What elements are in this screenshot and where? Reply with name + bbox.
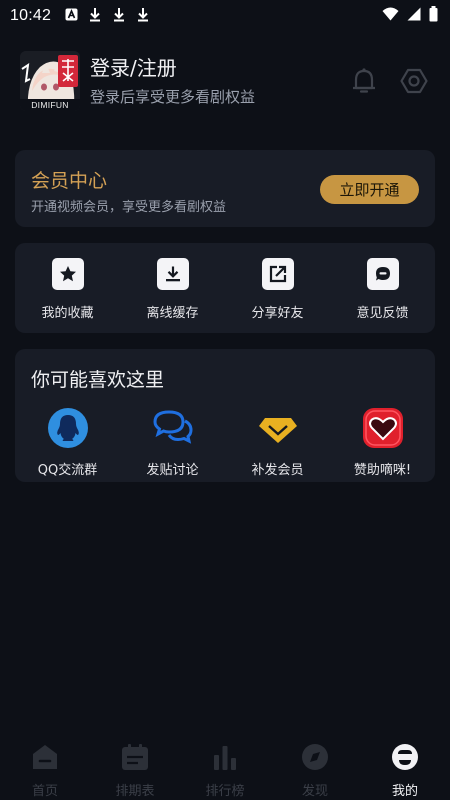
nav-schedule[interactable]: 排期表 — [90, 735, 180, 800]
profile-text[interactable]: 登录/注册 登录后享受更多看剧权益 — [90, 55, 255, 107]
nav-mine[interactable]: 我的 — [360, 735, 450, 800]
status-system — [382, 6, 438, 26]
settings-hexagon-icon[interactable] — [398, 65, 430, 97]
nav-home[interactable]: 首页 — [0, 735, 90, 800]
open-vip-button[interactable]: 立即开通 — [320, 175, 419, 204]
qq-icon — [47, 407, 89, 453]
bell-icon[interactable] — [348, 65, 380, 97]
nav-discover-label: 发现 — [301, 784, 328, 799]
qq-group-label: QQ交流群 — [37, 463, 98, 478]
profile-icon — [390, 743, 420, 775]
nav-discover[interactable]: 发现 — [270, 735, 360, 800]
nav-ranking[interactable]: 排行榜 — [180, 735, 270, 800]
reissue-vip-item[interactable]: 补发会员 — [225, 407, 330, 478]
star-icon — [51, 258, 84, 290]
nav-schedule-label: 排期表 — [115, 784, 155, 799]
vip-subtitle: 开通视频会员，享受更多看剧权益 — [31, 200, 227, 215]
post-discussion-label: 发贴讨论 — [146, 463, 199, 478]
avatar[interactable]: DIMIFUN — [20, 51, 80, 111]
offline-cache-item[interactable]: 离线缓存 — [120, 243, 225, 333]
nav-mine-label: 我的 — [391, 784, 418, 799]
feedback-icon — [366, 258, 399, 290]
status-time: 10:42 — [10, 7, 52, 24]
offline-cache-label: 离线缓存 — [146, 306, 199, 321]
feedback-item[interactable]: 意见反馈 — [330, 243, 435, 333]
post-discussion-item[interactable]: 发贴讨论 — [120, 407, 225, 478]
diamond-icon — [257, 407, 299, 453]
chat-bubbles-icon — [152, 407, 194, 453]
reissue-vip-label: 补发会员 — [251, 463, 304, 478]
you-may-like-card: 你可能喜欢这里 QQ交流群 发贴讨论 补发会员 赞助嘀咪! — [15, 349, 435, 482]
status-bar: 10:42 — [0, 0, 450, 32]
home-icon — [30, 743, 60, 775]
download-icon — [112, 7, 126, 26]
nav-home-label: 首页 — [31, 784, 58, 799]
compass-icon — [300, 743, 330, 775]
bar-chart-icon — [210, 743, 240, 775]
login-benefit-subtitle: 登录后享受更多看剧权益 — [90, 88, 256, 106]
signal-icon — [407, 7, 421, 25]
sponsor-item[interactable]: 赞助嘀咪! — [330, 407, 435, 478]
status-notifications — [65, 7, 150, 26]
avatar-caption: DIMIFUN — [20, 99, 80, 111]
download-icon — [136, 7, 150, 26]
profile-header: DIMIFUN 登录/注册 登录后享受更多看剧权益 — [20, 50, 430, 112]
heart-icon — [362, 407, 404, 453]
download-icon — [88, 7, 102, 26]
tools-card: 我的收藏 离线缓存 分享好友 意见反馈 — [15, 243, 435, 333]
battery-icon — [429, 6, 438, 26]
sponsor-label: 赞助嘀咪! — [353, 463, 412, 478]
profile-actions — [348, 65, 430, 97]
vip-center-card[interactable]: 会员中心 开通视频会员，享受更多看剧权益 立即开通 — [15, 150, 435, 227]
share-friends-label: 分享好友 — [251, 306, 304, 321]
share-friends-item[interactable]: 分享好友 — [225, 243, 330, 333]
login-register-title[interactable]: 登录/注册 — [90, 55, 255, 81]
a-box-icon — [65, 7, 78, 25]
bottom-nav: 首页 排期表 排行榜 发现 我的 — [0, 735, 450, 800]
you-may-like-title: 你可能喜欢这里 — [31, 369, 165, 391]
qq-group-item[interactable]: QQ交流群 — [15, 407, 120, 478]
share-icon — [261, 258, 294, 290]
calendar-icon — [120, 743, 150, 775]
feedback-label: 意见反馈 — [356, 306, 409, 321]
download-icon — [156, 258, 189, 290]
wifi-icon — [382, 7, 399, 25]
nav-ranking-label: 排行榜 — [205, 784, 245, 799]
favorites-item[interactable]: 我的收藏 — [15, 243, 120, 333]
favorites-label: 我的收藏 — [41, 306, 94, 321]
vip-title: 会员中心 — [31, 170, 108, 192]
